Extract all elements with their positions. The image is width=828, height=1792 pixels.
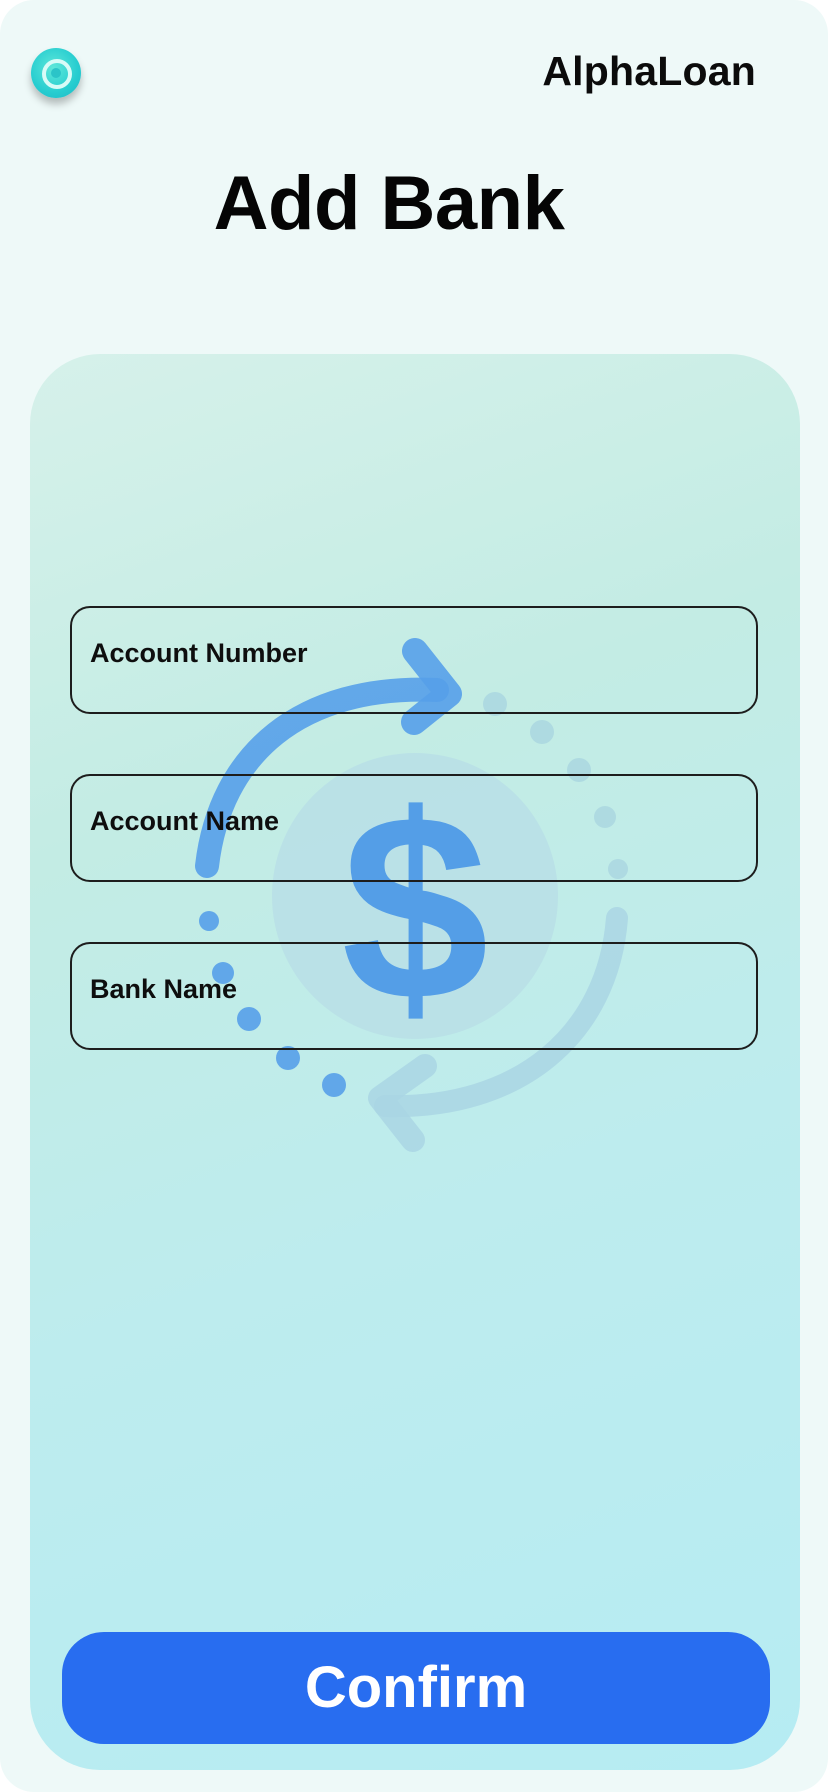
bank-name-field[interactable]: Bank Name — [70, 942, 758, 1050]
confirm-button[interactable]: Confirm — [62, 1632, 770, 1744]
page-title: Add Bank — [213, 161, 565, 246]
account-name-input[interactable] — [90, 840, 738, 872]
add-bank-screen: AlphaLoan Add Bank $ Account Number Acco… — [0, 0, 828, 1792]
bank-name-label: Bank Name — [90, 974, 238, 1004]
account-number-label: Account Number — [90, 638, 308, 668]
bank-name-input[interactable] — [90, 1008, 738, 1040]
form-card: $ Account Number Account Name Bank Name … — [30, 354, 800, 1770]
account-name-field[interactable]: Account Name — [70, 774, 758, 882]
brand-name: AlphaLoan — [542, 48, 756, 94]
account-number-field[interactable]: Account Number — [70, 606, 758, 714]
dollar-exchange-cycle-icon: $ — [195, 638, 628, 1152]
account-name-label: Account Name — [90, 806, 280, 836]
target-logo-icon[interactable] — [31, 48, 81, 98]
account-number-input[interactable] — [90, 672, 738, 704]
